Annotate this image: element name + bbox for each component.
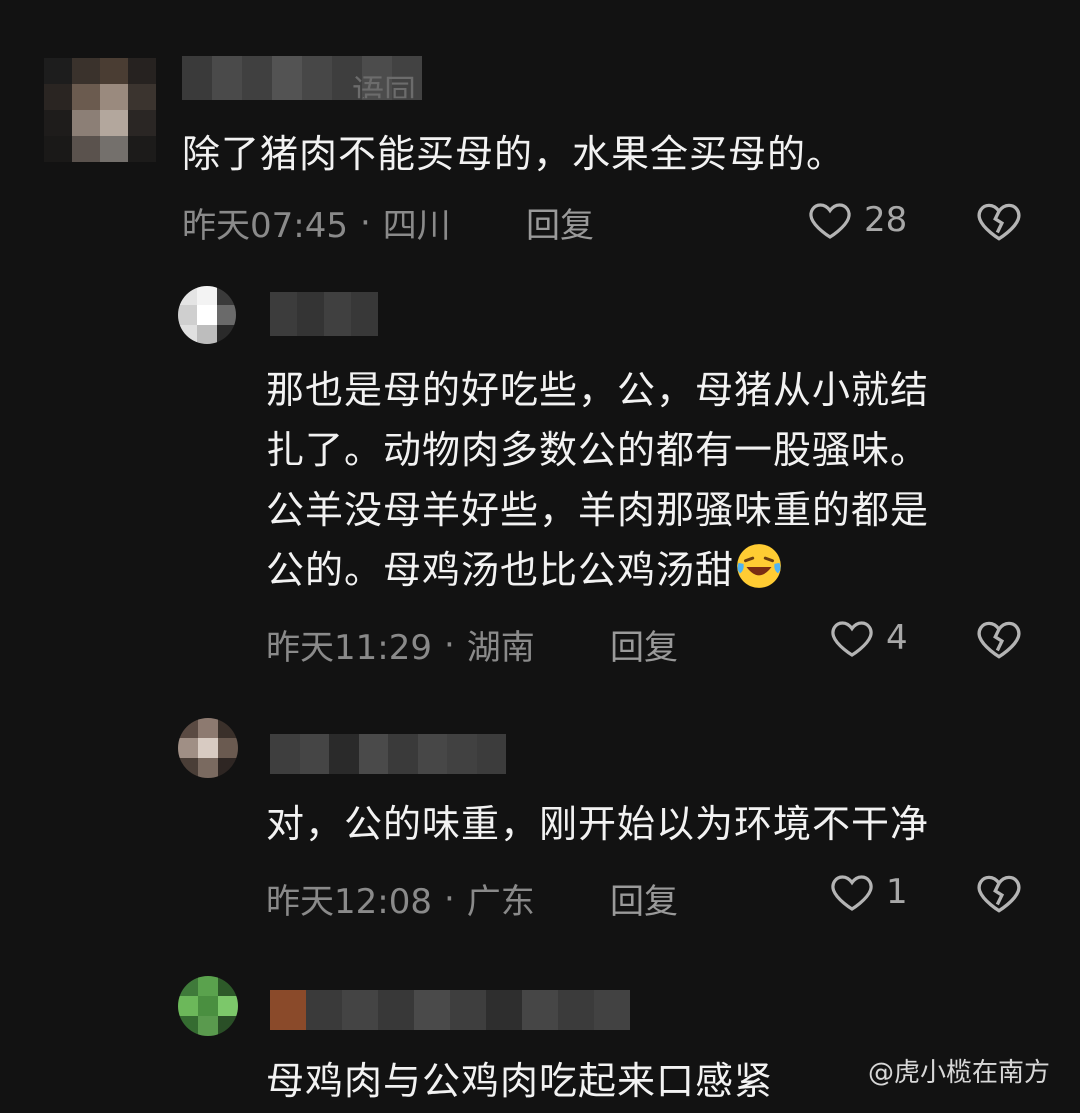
reply-button[interactable]: 回复 <box>526 198 594 247</box>
avatar[interactable] <box>178 286 236 344</box>
comment-meta: 昨天11:29 · 湖南 <box>266 620 535 669</box>
comment-location: 广东 <box>466 882 535 922</box>
heart-outline-icon <box>809 203 851 239</box>
like-count: 28 <box>864 200 908 240</box>
broken-heart-icon[interactable] <box>974 196 1024 246</box>
comment-text: 对，公的味重，刚开始以为环境不干净 <box>266 802 930 846</box>
username-blurred[interactable] <box>270 292 378 336</box>
comment-line: 公的。母鸡汤也比公鸡汤甜 <box>266 548 735 592</box>
heart-outline-icon <box>831 875 873 911</box>
reply-button[interactable]: 回复 <box>610 874 678 923</box>
watermark: @虎小榄在南方 <box>867 1058 1050 1088</box>
username-suffix: 语同 <box>352 72 417 110</box>
comment-time: 昨天07:45 <box>182 206 348 246</box>
meta-separator: · <box>443 878 455 919</box>
broken-heart-icon[interactable] <box>974 614 1024 664</box>
broken-heart-icon[interactable] <box>974 868 1024 918</box>
comment-location: 四川 <box>382 206 451 246</box>
like-button[interactable]: 28 <box>806 196 907 244</box>
avatar[interactable] <box>44 58 156 162</box>
avatar[interactable] <box>178 718 238 778</box>
like-count: 4 <box>886 618 908 658</box>
comment-text: 除了猪肉不能买母的，水果全买母的。 <box>182 132 846 176</box>
comment-location: 湖南 <box>466 628 535 668</box>
comment-meta: 昨天12:08 · 广东 <box>266 874 535 923</box>
username-blurred[interactable] <box>270 990 630 1030</box>
laughing-crying-emoji-icon <box>737 544 781 588</box>
comment-text: 那也是母的好吃些，公，母猪从小就结 扎了。动物肉多数公的都有一股骚味。 公羊没母… <box>266 360 929 600</box>
reply-button[interactable]: 回复 <box>610 620 678 669</box>
meta-separator: · <box>359 202 371 243</box>
like-count: 1 <box>886 872 908 912</box>
comment-line: 公羊没母羊好些，羊肉那骚味重的都是 <box>266 488 930 532</box>
comment-meta: 昨天07:45 · 四川 <box>182 198 451 247</box>
like-button[interactable]: 1 <box>828 868 908 916</box>
comment-line: 那也是母的好吃些，公，母猪从小就结 <box>266 368 930 412</box>
avatar[interactable] <box>178 976 238 1036</box>
comment-line-last: 公的。母鸡汤也比公鸡汤甜 <box>266 540 929 600</box>
comment-text-truncated: 母鸡肉与公鸡肉吃起来口感紧 <box>266 1059 774 1103</box>
comment-time: 昨天11:29 <box>266 628 432 668</box>
heart-outline-icon <box>831 621 873 657</box>
comment-time: 昨天12:08 <box>266 882 432 922</box>
username-blurred[interactable] <box>270 734 506 774</box>
like-button[interactable]: 4 <box>828 614 908 662</box>
comment-line: 扎了。动物肉多数公的都有一股骚味。 <box>266 428 930 472</box>
meta-separator: · <box>443 624 455 665</box>
